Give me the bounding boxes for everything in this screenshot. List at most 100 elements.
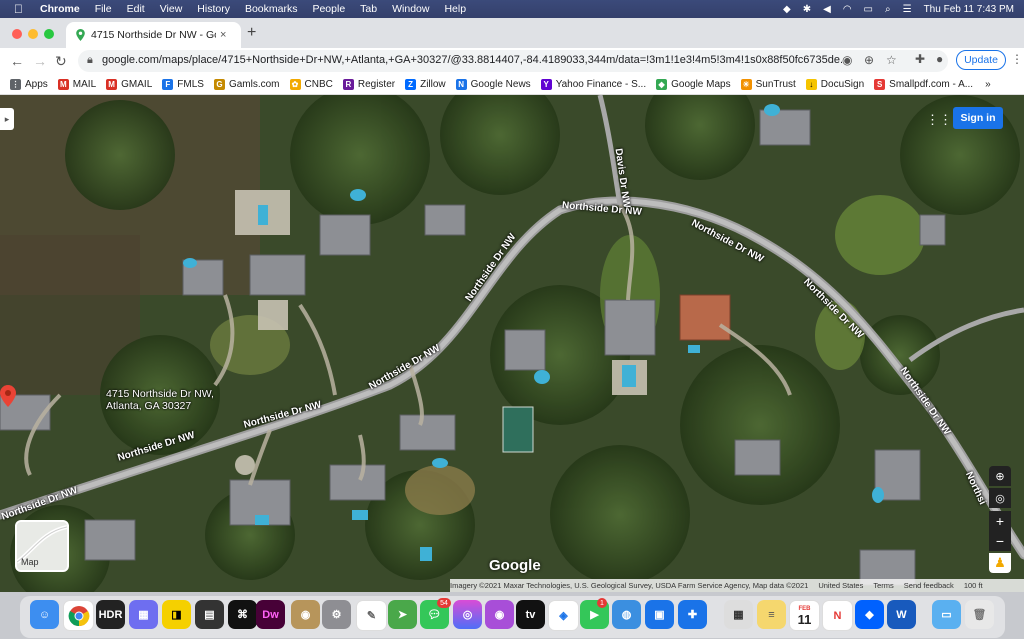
zoom-icon[interactable]: ⊕ [864,53,874,67]
menu-view[interactable]: View [160,3,183,15]
bookmark-smallpdf[interactable]: S Smallpdf.com - A... [874,78,973,90]
tab-close-icon[interactable]: × [220,29,226,41]
preview-app-icon[interactable]: ◨ [162,600,191,629]
trash-icon[interactable]: 🗑︎ [965,600,994,629]
chrome-menu-icon[interactable]: ⋮ [1011,52,1023,66]
send-feedback-link[interactable]: Send feedback [904,581,954,590]
chrome-icon[interactable] [63,600,94,631]
calendar-icon[interactable]: FEB 11 [789,600,820,631]
volume-icon[interactable]: ◀ [823,4,831,15]
apple-icon[interactable]:  [14,2,28,16]
control-center-icon[interactable]: ☰ [903,4,912,15]
bookmark-suntrust[interactable]: ☀ SunTrust [740,78,796,90]
zoom-in-button[interactable]: + [989,511,1011,531]
map-type-toggle[interactable]: Map [15,520,69,572]
maps-app-icon[interactable]: ➤ [388,600,417,629]
news-icon[interactable]: N [822,600,853,631]
bookmark-google-news[interactable]: N Google News [455,78,531,90]
window-minimize-button[interactable] [28,29,38,39]
zoom-out-button[interactable]: − [989,531,1011,551]
new-tab-button[interactable]: + [247,24,256,42]
battery-icon[interactable]: ▭ [864,4,873,15]
mission-control-icon[interactable]: ▤ [195,600,224,629]
menu-tab[interactable]: Tab [360,3,377,15]
address-bar[interactable]: 🔒︎ google.com/maps/place/4715+Northside+… [78,50,948,72]
bookmark-register[interactable]: R Register [342,78,395,90]
bookmark-mail[interactable]: M MAIL [57,78,96,90]
wifi-icon[interactable]: ◠ [843,4,852,15]
tab-title: 4715 Northside Dr NW - Googl [91,29,216,41]
back-arrow-icon[interactable]: ← [10,53,24,69]
search-icon[interactable]: ⌕ [885,4,891,15]
country-link[interactable]: United States [818,581,863,590]
system-preferences-icon[interactable]: ⚙ [322,600,351,629]
sign-in-button[interactable]: Sign in [953,107,1003,129]
apple-tv-icon[interactable]: tv [516,600,545,629]
my-location-icon[interactable]: ◎ [989,488,1011,508]
location-blocked-icon[interactable]: ◉ [842,53,852,67]
bookmark-zillow[interactable]: Z Zillow [405,78,446,90]
google-maps-icon: ◆ [656,78,668,90]
bookmark-star-icon[interactable]: ☆ [886,53,897,67]
satellite-map[interactable]: Northside Dr NW Northside Dr NW Northsid… [0,95,1024,592]
menu-clock[interactable]: Thu Feb 11 7:43 PM [924,4,1014,15]
lock-icon[interactable]: 🔒︎ [87,54,93,67]
globe-view-icon[interactable]: ⊕ [989,466,1011,486]
hdr-app-icon[interactable]: HDR [96,600,125,629]
scale-label[interactable]: 100 ft [964,581,983,590]
reload-icon[interactable]: ↻ [55,53,67,70]
chrome-logo-icon [68,605,89,626]
podcasts-icon[interactable]: ◉ [485,600,514,629]
tab-google-maps[interactable]: 4715 Northside Dr NW - Googl × [66,22,241,48]
menu-app-name[interactable]: Chrome [40,3,80,15]
menu-window[interactable]: Window [392,3,429,15]
url-text[interactable]: google.com/maps/place/4715+Northside+Dr+… [102,54,842,66]
street-view-pegman-icon[interactable]: ♟ [989,553,1011,573]
menu-history[interactable]: History [197,3,230,15]
notes-icon[interactable]: ≡ [757,600,786,629]
word-icon[interactable]: W [887,600,916,629]
bookmark-gmail[interactable]: M GMAIL [106,78,152,90]
window-close-button[interactable] [12,29,22,39]
bookmark-yahoo-finance[interactable]: Y Yahoo Finance - S... [540,78,647,90]
dreamweaver-icon[interactable]: Dw [256,600,285,629]
menu-file[interactable]: File [95,3,112,15]
extensions-puzzle-icon[interactable]: ✚ [915,52,925,66]
bookmark-gamls[interactable]: G Gamls.com [213,78,280,90]
dropbox-icon[interactable]: ◆ [855,600,884,629]
finder-icon[interactable]: ☺ [30,600,59,629]
update-button[interactable]: Update [956,50,1006,70]
add-user-icon[interactable]: ✚ [678,600,707,629]
menu-edit[interactable]: Edit [127,3,145,15]
location-pin-icon[interactable] [0,385,16,407]
bookmark-label: Yahoo Finance - S... [555,78,647,90]
google-apps-grid-icon[interactable]: ⋮⋮ [926,112,952,128]
bookmarks-more-button[interactable]: » [985,79,991,90]
window-zoom-button[interactable] [44,29,54,39]
downloads-folder-icon[interactable]: ▭ [932,600,961,629]
menu-bookmarks[interactable]: Bookmarks [245,3,298,15]
screen-sharing-icon[interactable]: ▣ [645,600,674,629]
safari-icon[interactable]: ◈ [548,600,579,631]
bookmark-fmls[interactable]: F FMLS [162,78,204,90]
textedit-icon[interactable]: ✎ [356,600,387,631]
bookmark-docusign[interactable]: ↓ DocuSign [805,78,864,90]
collapse-side-panel-button[interactable]: ▸ [0,108,14,130]
menu-help[interactable]: Help [444,3,466,15]
forward-arrow-icon[interactable]: → [33,53,47,69]
siri-icon[interactable]: ◎ [453,600,482,629]
launchpad-icon[interactable]: ▦ [129,600,158,629]
place-label[interactable]: 4715 Northside Dr NW, Atlanta, GA 30327 [106,388,214,412]
menu-people[interactable]: People [312,3,345,15]
network-app-icon[interactable]: ◍ [612,600,641,629]
calculator-icon[interactable]: ▦ [724,600,753,629]
dropbox-status-icon[interactable]: ◆ [783,4,791,15]
bluetooth-icon[interactable]: ✱ [803,4,811,15]
contacts-icon[interactable]: ◉ [291,600,320,629]
codepoint-app-icon[interactable]: ⌘ [228,600,257,629]
terms-link[interactable]: Terms [873,581,893,590]
bookmark-google-maps[interactable]: ◆ Google Maps [656,78,731,90]
bookmark-apps[interactable]: ⋮ Apps [10,78,48,90]
bookmark-cnbc[interactable]: ✿ CNBC [289,78,333,90]
profile-avatar-icon[interactable]: ● [936,52,943,66]
